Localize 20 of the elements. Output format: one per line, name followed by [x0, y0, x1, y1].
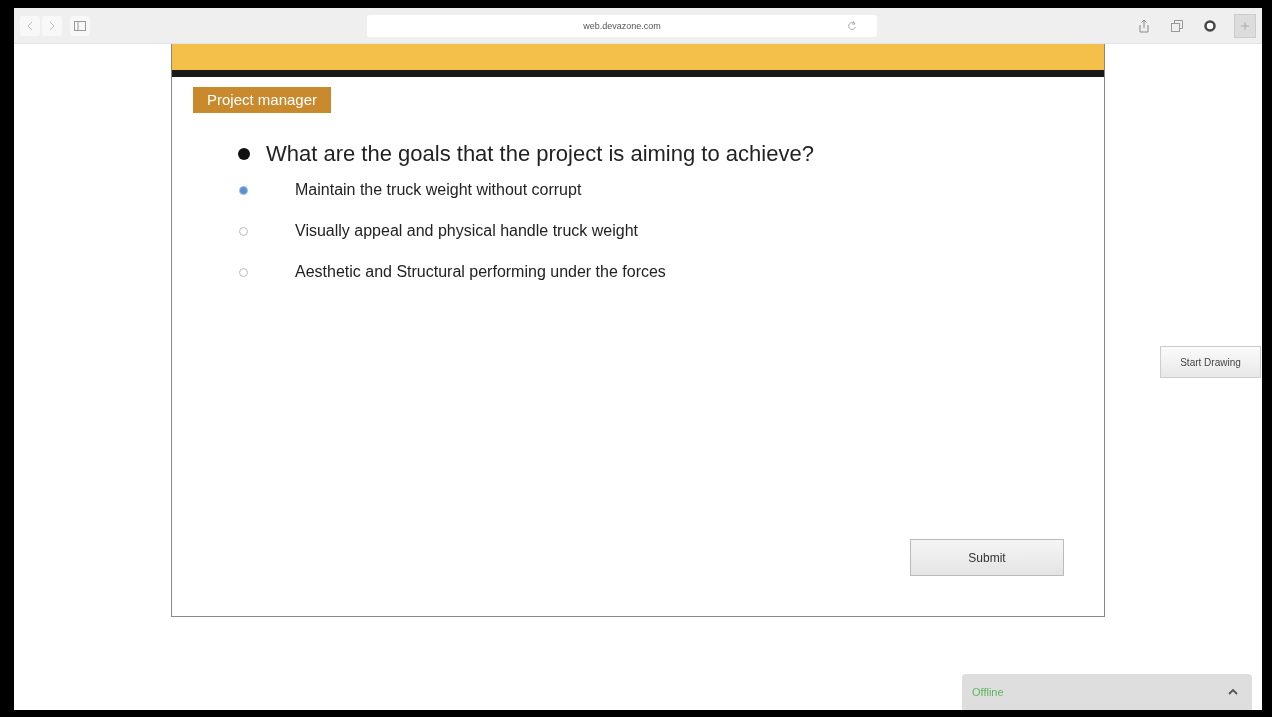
option-label[interactable]: Visually appeal and physical handle truck weight: [295, 222, 639, 240]
share-icon[interactable]: [1138, 18, 1150, 33]
status-label: Offline: [972, 686, 1004, 698]
radio-button[interactable]: [239, 267, 248, 277]
tabs-icon[interactable]: [1170, 18, 1184, 33]
option-label[interactable]: Maintain the truck weight without corrupt: [295, 181, 582, 199]
radio-button[interactable]: [239, 185, 248, 195]
radio-button[interactable]: [239, 226, 248, 236]
address-field[interactable]: web.devazone.com: [367, 14, 877, 37]
question-text: What are the goals that the project is aiming to achieve?: [266, 141, 814, 167]
start-drawing-button[interactable]: Start Drawing: [1160, 346, 1261, 378]
sidebar-icon[interactable]: [70, 15, 90, 36]
option-label[interactable]: Aesthetic and Structural performing under the forces: [295, 263, 666, 281]
caret-icon[interactable]: [1228, 689, 1238, 695]
reload-icon[interactable]: [847, 19, 857, 32]
circle-icon[interactable]: [1204, 19, 1216, 32]
submit-button[interactable]: Submit: [910, 539, 1064, 576]
role-tag: Project manager: [193, 87, 332, 113]
new-tab-icon[interactable]: [1234, 13, 1256, 38]
bullet-icon: [238, 148, 250, 160]
